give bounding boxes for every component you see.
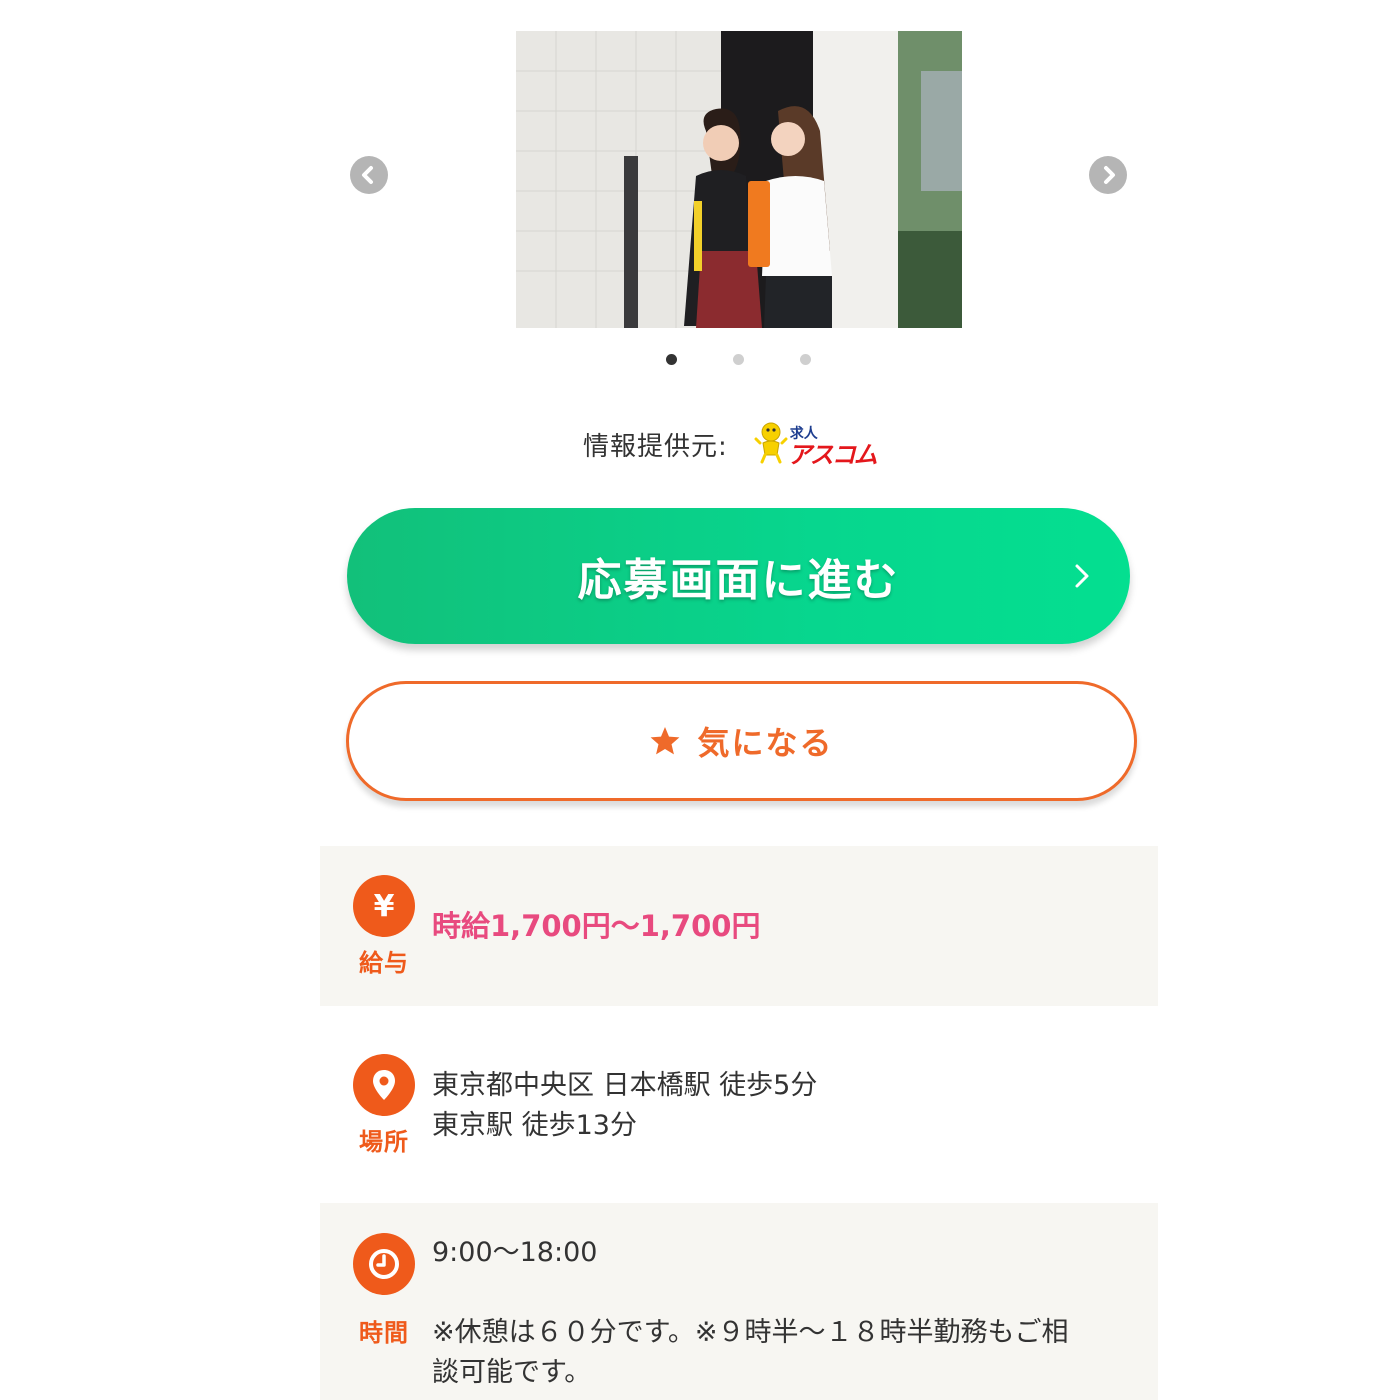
favorite-button[interactable]: 気になる — [346, 681, 1137, 801]
carousel-dot-3[interactable] — [800, 354, 811, 365]
carousel-next-button[interactable] — [1089, 156, 1127, 194]
salary-row: ¥ 給与 時給1,700円〜1,700円 — [320, 846, 1158, 1006]
carousel-prev-button[interactable] — [350, 156, 388, 194]
apply-button[interactable]: 応募画面に進む — [347, 508, 1130, 644]
chevron-left-icon — [362, 166, 373, 184]
location-row: 場所 東京都中央区 日本橋駅 徒歩5分 東京駅 徒歩13分 — [320, 1006, 1158, 1203]
info-provider: 情報提供元: 求人 アスコム — [583, 414, 892, 474]
hours-note-line-2: 談可能です。 — [432, 1357, 592, 1388]
job-photo — [516, 31, 962, 328]
yen-icon: ¥ — [353, 875, 415, 937]
provider-label: 情報提供元: — [583, 431, 728, 462]
star-icon — [649, 725, 681, 757]
map-pin-icon — [353, 1054, 415, 1116]
photo-carousel — [0, 0, 1400, 380]
mascot-icon — [754, 422, 788, 464]
salary-value: 時給1,700円〜1,700円 — [432, 909, 761, 943]
apply-button-label: 応募画面に進む — [577, 555, 900, 606]
carousel-dot-2[interactable] — [733, 354, 744, 365]
hours-row: 時間 9:00〜18:00 ※休憩は６０分です。※９時半〜１８時半勤務もご相 談… — [320, 1203, 1158, 1400]
location-caption: 場所 — [359, 1128, 409, 1156]
carousel-pagination — [0, 354, 1400, 366]
carousel-dot-1[interactable] — [666, 354, 677, 365]
location-line-1: 東京都中央区 日本橋駅 徒歩5分 — [432, 1070, 818, 1101]
hours-caption: 時間 — [359, 1319, 409, 1347]
location-line-2: 東京駅 徒歩13分 — [432, 1110, 637, 1141]
favorite-button-label: 気になる — [697, 724, 834, 762]
chevron-right-icon — [1075, 564, 1089, 588]
chevron-right-icon — [1104, 166, 1115, 184]
salary-caption: 給与 — [359, 949, 409, 977]
hours-value: 9:00〜18:00 — [432, 1237, 598, 1268]
ascom-logo: 求人 アスコム — [754, 419, 892, 469]
logo-big-text: アスコム — [787, 441, 878, 469]
clock-icon — [353, 1233, 415, 1295]
hours-note-line-1: ※休憩は６０分です。※９時半〜１８時半勤務もご相 — [432, 1317, 1069, 1348]
